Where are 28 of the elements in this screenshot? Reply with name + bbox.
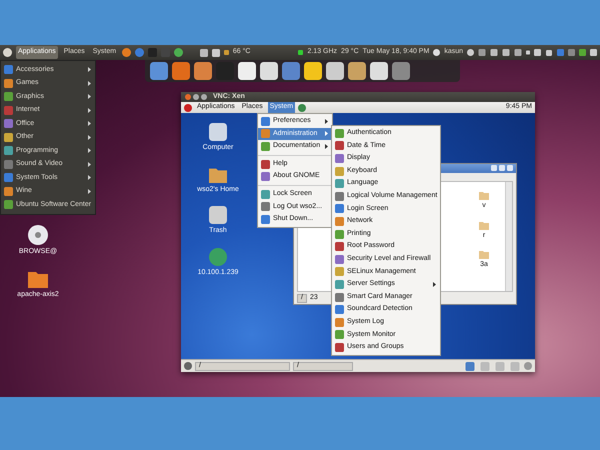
submenu-arrow-icon xyxy=(87,80,92,86)
submenu-arrow-icon xyxy=(87,175,92,180)
app-tile-icon[interactable] xyxy=(238,62,256,80)
submenu-arrow-icon xyxy=(87,108,92,113)
disc-icon[interactable] xyxy=(28,225,48,245)
submenu-arrow-icon xyxy=(87,148,92,154)
app-tile-icon[interactable] xyxy=(172,62,190,80)
app-tile-icon[interactable] xyxy=(304,62,322,80)
app-tile-icon[interactable] xyxy=(326,62,344,80)
submenu-arrow-icon xyxy=(324,144,329,149)
app-tile-icon[interactable] xyxy=(260,62,278,80)
submenu-arrow-icon xyxy=(87,162,92,167)
submenu-arrow-icon xyxy=(87,188,92,194)
app-tile-icon[interactable] xyxy=(348,62,366,80)
app-tile-icon[interactable] xyxy=(392,62,410,80)
submenu-arrow-icon xyxy=(324,131,329,136)
app-tile-icon[interactable] xyxy=(282,62,300,80)
submenu-arrow-icon xyxy=(87,94,92,100)
scrollbar[interactable] xyxy=(505,182,512,291)
submenu-arrow-icon xyxy=(432,282,438,287)
app-tile-icon[interactable] xyxy=(194,62,212,80)
submenu-arrow-icon xyxy=(87,121,92,126)
workspace-icon[interactable] xyxy=(464,362,476,370)
app-tile-icon[interactable] xyxy=(150,62,168,80)
app-tile-icon[interactable] xyxy=(370,62,388,80)
submenu-arrow-icon xyxy=(324,118,329,124)
submenu-arrow-icon xyxy=(87,134,92,140)
submenu-arrow-icon xyxy=(87,67,92,72)
